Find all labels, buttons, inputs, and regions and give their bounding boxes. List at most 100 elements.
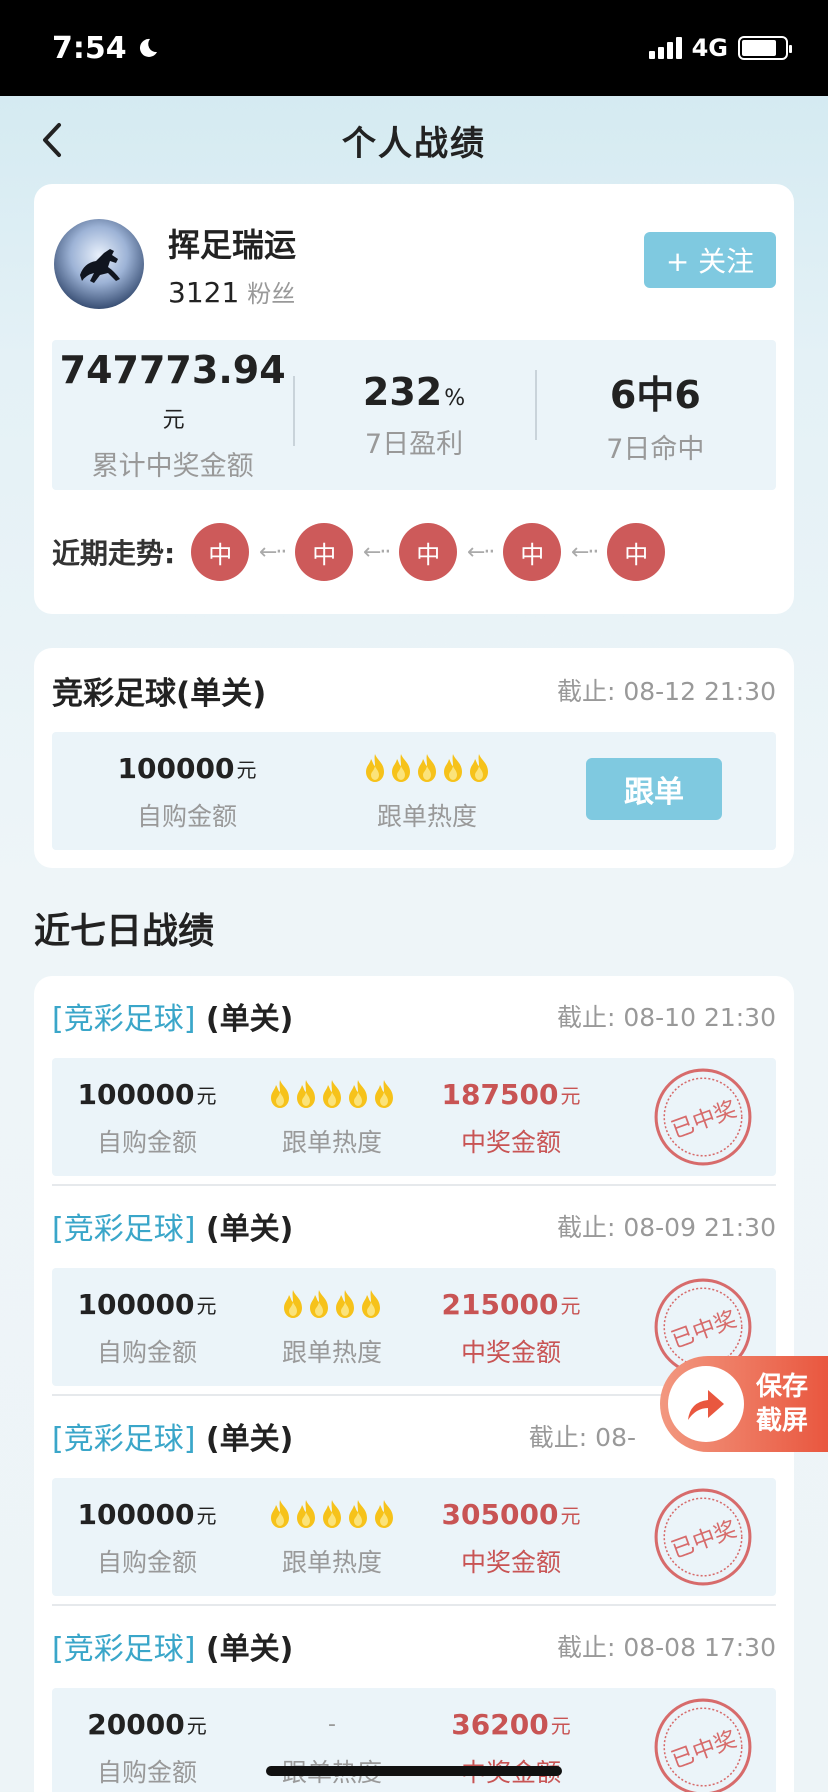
record-summary: 100000 元 自购金额 跟单热度 305000 元 中奖金额 已中奖 [52, 1478, 776, 1596]
lottery-link[interactable]: [竞彩足球] [52, 1002, 195, 1037]
amount-value: 100000 [117, 751, 235, 785]
svg-text:已中奖: 已中奖 [668, 1096, 740, 1143]
home-indicator[interactable] [266, 1766, 562, 1776]
clock-text: 7:54 [52, 30, 127, 66]
list-item[interactable]: [竞彩足球] (单关) 截止: 08-08 17:30 20000 元 自购金额 … [52, 1606, 776, 1792]
save-label-line2: 截屏 [756, 1406, 809, 1436]
heat-col: - 跟单热度 [252, 1705, 412, 1789]
heat-col: 跟单热度 [352, 749, 502, 833]
svg-text:已中奖: 已中奖 [668, 1726, 740, 1773]
prize-value: 215000 [441, 1287, 559, 1321]
flame-icon [307, 1289, 331, 1319]
status-bar: 7:54 4G [0, 0, 828, 96]
save-label-line1: 保存 [756, 1372, 809, 1402]
stat-label: 7日盈利 [364, 428, 464, 460]
stat-label: 7日命中 [606, 434, 705, 465]
amount-unit: 元 [196, 1503, 217, 1528]
amount-unit: 元 [186, 1713, 207, 1738]
bet-type: (单关) [205, 1212, 294, 1247]
current-bet-card[interactable]: 竞彩足球(单关) 截止: 08-12 21:30 100000 元 自购金额 跟单… [34, 648, 794, 868]
flame-icon [467, 753, 491, 783]
amount-value: 100000 [77, 1497, 195, 1531]
save-screenshot-button[interactable]: 保存 截屏 [660, 1356, 828, 1452]
page-title: 个人战绩 [342, 123, 486, 164]
stat-7day-hits: 6中6 7日命中 [534, 364, 776, 466]
flame-icon [320, 1079, 344, 1109]
profile-card: 挥足瑞运 3121 粉丝 + 关注 747773.94 元 累计中奖金额 232% … [34, 184, 794, 614]
trend-hit-badge: 中 [503, 523, 562, 581]
stat-value: 747773.94 [59, 347, 286, 392]
amount-label: 自购金额 [136, 802, 237, 831]
section-title: 近七日战绩 [34, 911, 215, 952]
avatar[interactable] [54, 219, 144, 309]
heat-empty: - [252, 1705, 412, 1743]
lottery-link[interactable]: [竞彩足球] [52, 1212, 195, 1247]
username: 挥足瑞运 [168, 225, 297, 264]
flame-icon [389, 753, 413, 783]
flame-icon [294, 1079, 318, 1109]
follow-order-button[interactable]: 跟单 [586, 758, 722, 820]
amount-col: 100000 元 自购金额 [72, 1285, 222, 1369]
list-item[interactable]: [竞彩足球] (单关) 截止: 08-10 21:30 100000 元 自购金额… [52, 976, 776, 1186]
heat-col: 跟单热度 [252, 1285, 412, 1369]
flame-icon [268, 1499, 292, 1529]
flame-icon [346, 1079, 370, 1109]
heat-label: 跟单热度 [281, 1548, 382, 1577]
amount-unit: 元 [196, 1083, 217, 1108]
flame-icon [281, 1289, 305, 1319]
trend-arrow: ←·· [258, 539, 287, 565]
deadline: 截止: 08- [528, 1423, 636, 1452]
stat-value: 6中6 [609, 373, 701, 417]
amount-label: 自购金额 [96, 1128, 197, 1157]
prize-label: 中奖金额 [460, 1548, 561, 1577]
network-label: 4G [691, 34, 728, 62]
deadline: 截止: 08-12 21:30 [556, 677, 776, 706]
winner-stamp-icon: 已中奖 [654, 1488, 752, 1586]
trend-hit-badge: 中 [295, 523, 354, 581]
signal-icon [648, 37, 682, 59]
fans-count: 3121 [168, 275, 240, 309]
amount-col: 100000 元 自购金额 [112, 749, 262, 833]
list-item[interactable]: [竞彩足球] (单关) 截止: 08-09 21:30 100000 元 自购金额… [52, 1186, 776, 1396]
amount-col: 20000 元 自购金额 [72, 1705, 222, 1789]
prize-label: 中奖金额 [460, 1338, 561, 1367]
stat-unit: % [444, 385, 466, 411]
status-time: 7:54 [52, 31, 159, 66]
heat-flames [252, 1285, 412, 1323]
amount-col: 100000 元 自购金额 [72, 1495, 222, 1579]
bet-type: (单关) [205, 1002, 294, 1037]
heat-label: 跟单热度 [376, 802, 477, 831]
flame-icon [415, 753, 439, 783]
flame-icon [320, 1499, 344, 1529]
stat-7day-profit: 232% 7日盈利 [293, 370, 534, 461]
heat-col: 跟单热度 [252, 1495, 412, 1579]
recent-trend: 近期走势: 中 ←·· 中 ←·· 中 ←·· 中 ←·· 中 [52, 522, 776, 582]
battery-level [742, 40, 776, 56]
moon-icon [139, 38, 157, 57]
flame-icon [294, 1499, 318, 1529]
bet-title: 竞彩足球(单关) [52, 675, 267, 712]
follow-button[interactable]: + 关注 [644, 232, 776, 288]
prize-col: 305000 元 中奖金额 [436, 1495, 586, 1579]
amount-label: 自购金额 [96, 1548, 197, 1577]
heat-label: 跟单热度 [281, 1338, 382, 1367]
trend-arrow: ←·· [466, 539, 495, 565]
back-button[interactable] [30, 118, 74, 162]
prize-value: 305000 [441, 1497, 559, 1531]
flame-icon [359, 1289, 383, 1319]
prize-unit: 元 [560, 1503, 581, 1528]
fans-count-row: 3121 粉丝 [168, 274, 296, 309]
flame-icon [333, 1289, 357, 1319]
record-summary: 20000元 自购金额 - 跟单热度 36200元 中奖金额 已中奖 [52, 1688, 776, 1792]
lottery-link[interactable]: [竞彩足球] [52, 1632, 195, 1667]
lottery-link[interactable]: [竞彩足球] [52, 1422, 195, 1457]
stat-value: 232 [362, 369, 443, 414]
amount-col: 100000 元 自购金额 [72, 1075, 222, 1159]
prize-unit: 元 [560, 1083, 581, 1108]
share-arrow-icon [668, 1366, 744, 1442]
prize-col: 187500 元 中奖金额 [436, 1075, 586, 1159]
stat-total-prize: 747773.94 元 累计中奖金额 [52, 348, 293, 483]
flame-icon [268, 1079, 292, 1109]
trend-label: 近期走势: [52, 537, 176, 570]
stat-label: 累计中奖金额 [91, 450, 254, 482]
